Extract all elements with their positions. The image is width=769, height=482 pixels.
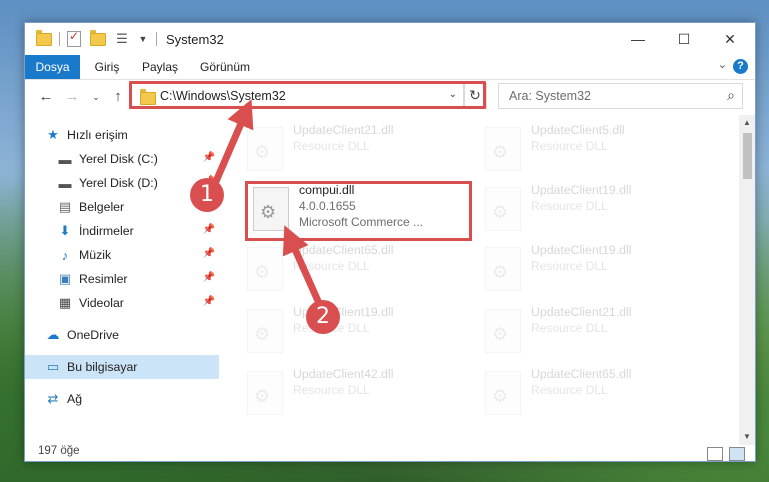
arrow-to-address	[210, 99, 254, 188]
step-badge-1: 1	[190, 178, 224, 212]
callout-arrows	[210, 99, 326, 312]
step-badge-2: 2	[306, 300, 340, 334]
arrow-to-file	[282, 225, 326, 312]
